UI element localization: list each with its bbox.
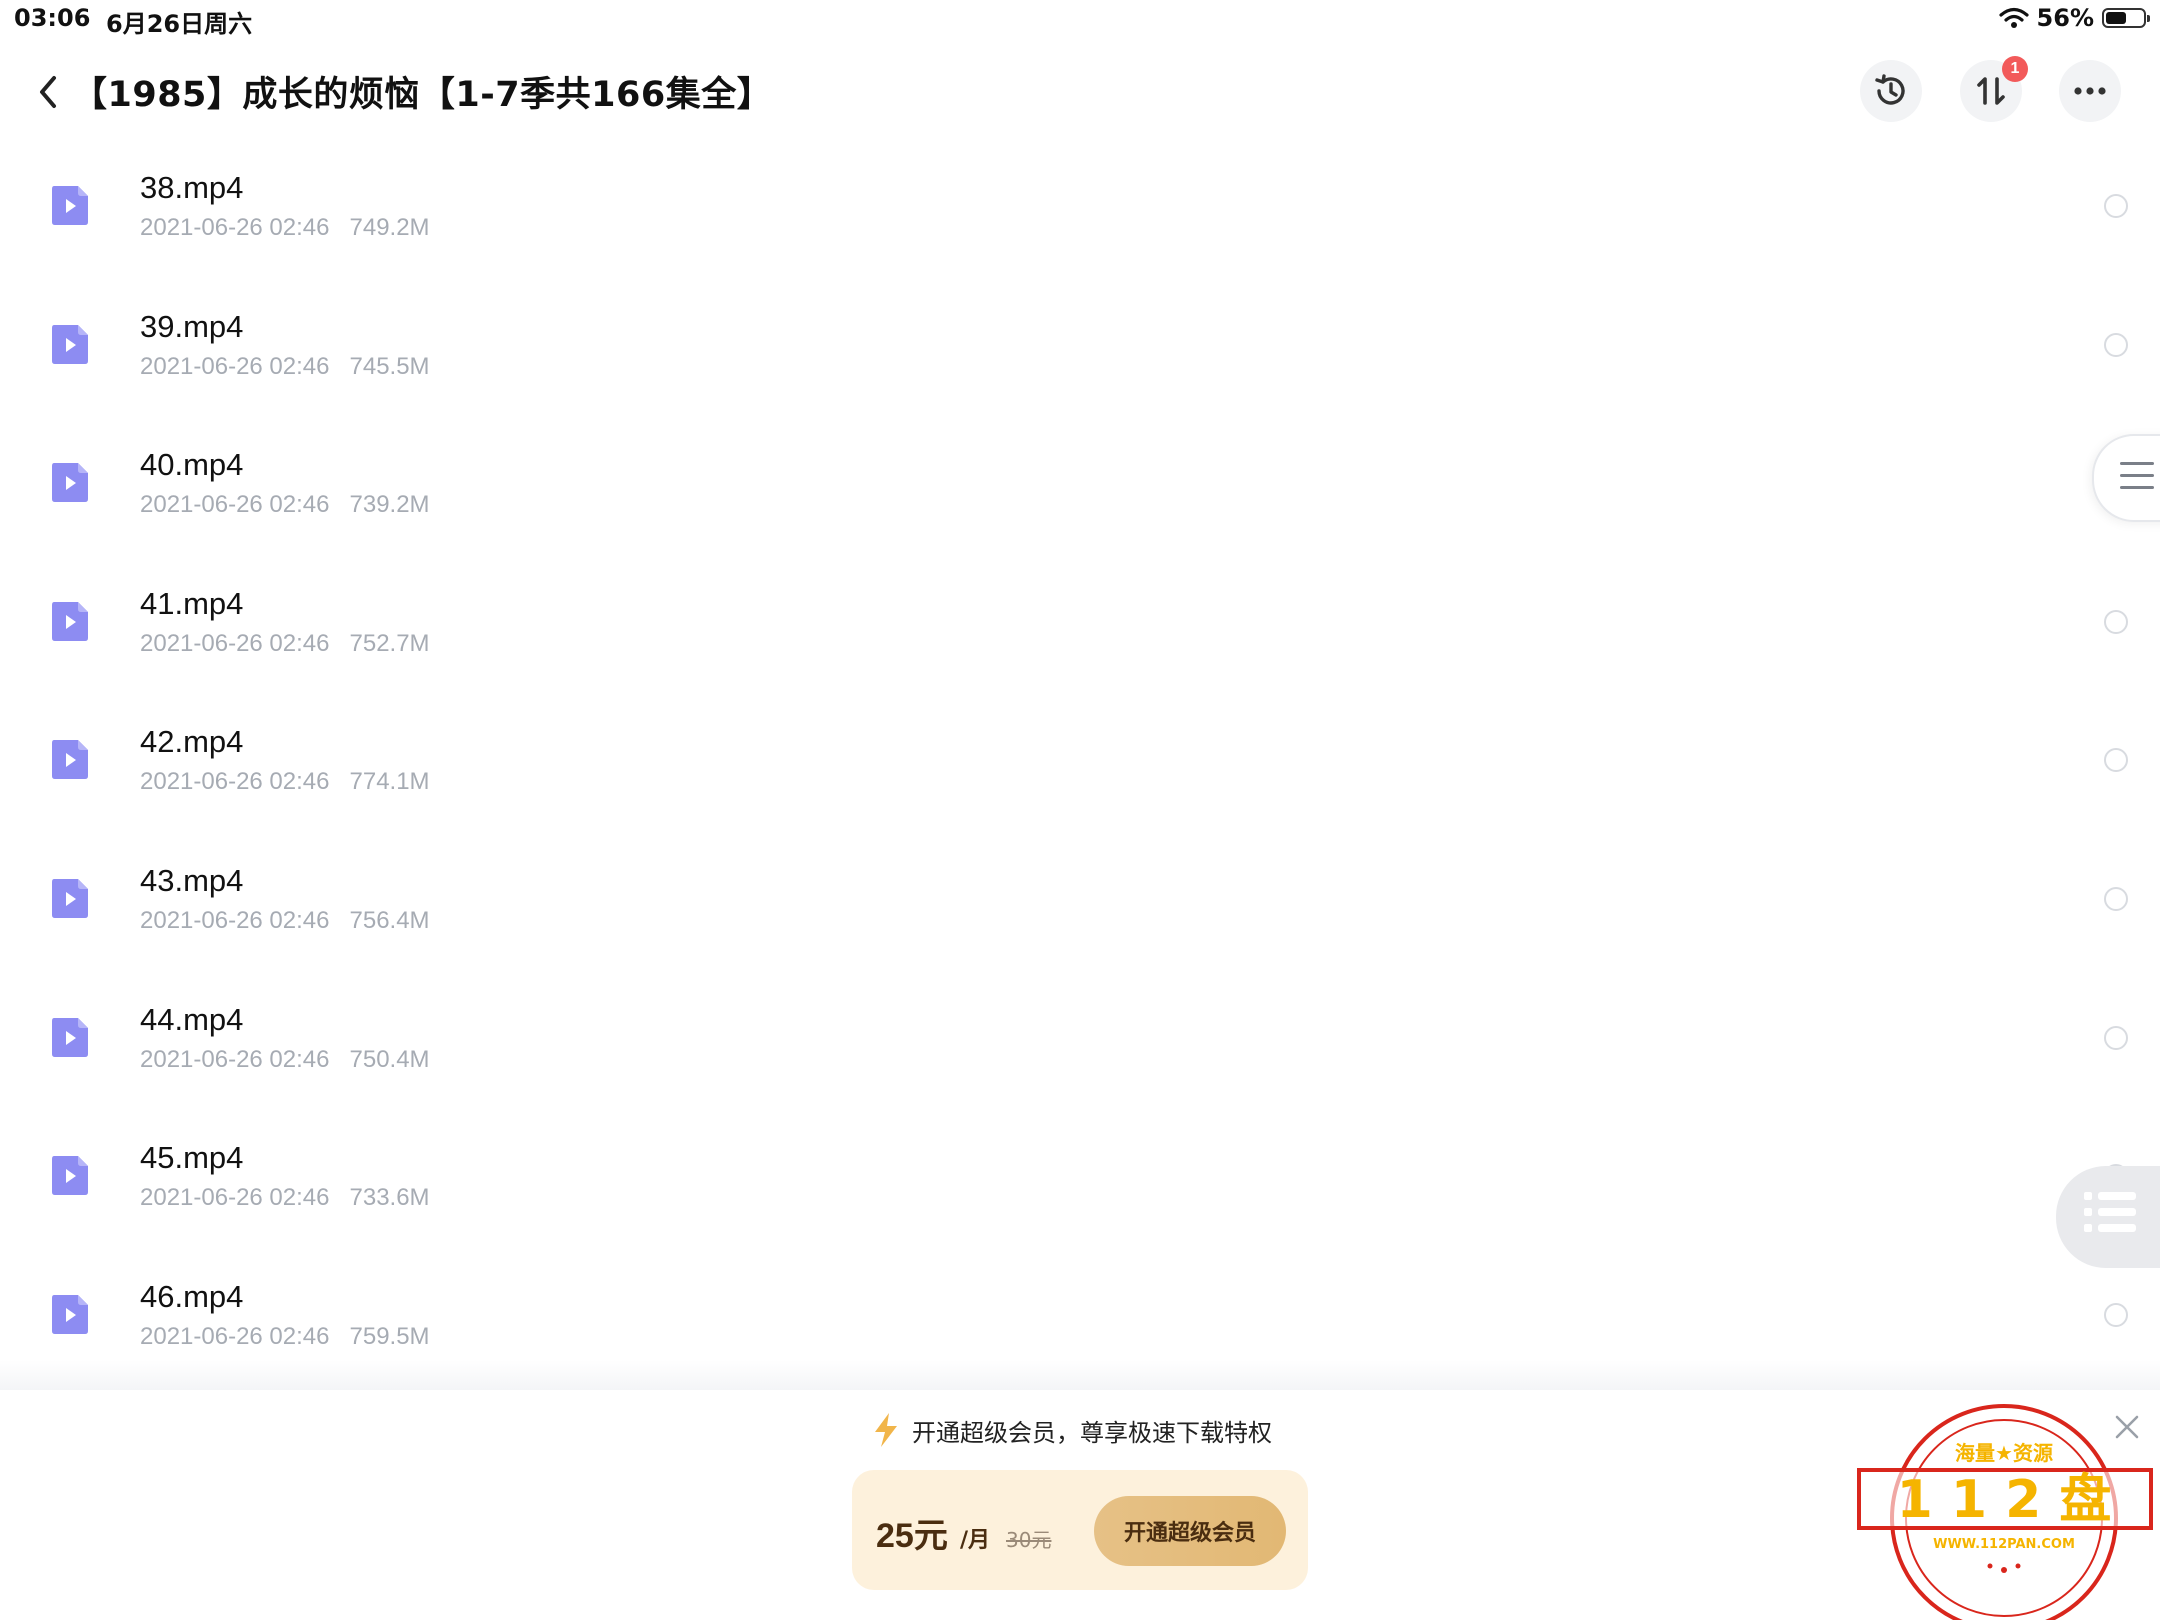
file-date: 2021-06-26 02:46 [140, 629, 330, 657]
promo-tip: 开通超级会员，尊享极速下载特权 [872, 1412, 1272, 1448]
transfer-icon [1977, 77, 2005, 105]
file-date: 2021-06-26 02:46 [140, 491, 330, 519]
promo-period: /月 [960, 1528, 991, 1553]
file-name: 46.mp4 [140, 1278, 244, 1314]
video-file-icon [52, 186, 88, 225]
video-file-icon [52, 1156, 88, 1196]
more-button[interactable] [2059, 60, 2121, 122]
file-date: 2021-06-26 02:46 [140, 214, 330, 241]
select-checkbox[interactable] [2104, 886, 2128, 911]
file-size: 739.2M [349, 491, 430, 519]
file-size: 752.7M [349, 629, 430, 657]
file-meta: 2021-06-26 02:46 749.2M [140, 214, 430, 242]
file-meta: 2021-06-26 02:46 750.4M [140, 1046, 430, 1074]
video-file-icon [52, 601, 88, 641]
transfer-button[interactable]: 1 [1960, 56, 2028, 122]
file-meta: 2021-06-26 02:46 759.5M [140, 1323, 430, 1351]
file-size: 756.4M [349, 906, 430, 934]
status-right: 56% [1998, 4, 2150, 32]
file-meta: 2021-06-26 02:46 739.2M [140, 491, 430, 519]
video-file-icon [52, 324, 88, 364]
transfer-badge: 1 [2002, 56, 2028, 82]
promo-tip-text: 开通超级会员，尊享极速下载特权 [912, 1418, 1272, 1447]
watermark-main-text: 1 1 2 盘 [1897, 1470, 2112, 1530]
watermark-url-text: WWW.112PAN.COM [1933, 1537, 2075, 1552]
video-file-icon [52, 1017, 88, 1057]
seal-stars [1987, 1563, 2021, 1573]
chevron-left-icon [40, 76, 56, 108]
status-date: 6月26日周六 [106, 10, 253, 38]
back-button[interactable] [30, 70, 70, 114]
status-bar: 03:06 6月26日周六 56% [0, 0, 2160, 40]
promo-old-price: 30元 [1006, 1528, 1052, 1552]
file-row[interactable]: 39.mp4 2021-06-26 02:46 745.5M [0, 289, 2160, 428]
promo-card: 25元 /月 30元 开通超级会员 [852, 1470, 1308, 1590]
file-name: 44.mp4 [140, 1001, 244, 1037]
file-name: 38.mp4 [140, 170, 244, 205]
select-checkbox[interactable] [2104, 1025, 2128, 1050]
file-row[interactable]: 43.mp4 2021-06-26 02:46 756.4M [0, 843, 2160, 982]
file-name: 39.mp4 [140, 308, 244, 344]
file-meta: 2021-06-26 02:46 752.7M [140, 630, 430, 658]
file-name: 42.mp4 [140, 724, 244, 760]
file-size: 759.5M [349, 1322, 430, 1350]
video-file-icon [52, 878, 88, 918]
file-meta: 2021-06-26 02:46 745.5M [140, 353, 430, 381]
file-name: 40.mp4 [140, 447, 244, 483]
list-fade [0, 1360, 2160, 1390]
file-row[interactable]: 45.mp4 2021-06-26 02:46 733.6M [0, 1120, 2160, 1259]
lightning-icon [875, 1413, 897, 1447]
file-row[interactable]: 38.mp4 2021-06-26 02:46 749.2M [0, 150, 2160, 289]
more-icon [2074, 87, 2106, 95]
video-file-icon [52, 1294, 88, 1334]
file-meta: 2021-06-26 02:46 774.1M [140, 768, 430, 796]
file-size: 745.5M [349, 352, 430, 380]
file-date: 2021-06-26 02:46 [140, 1322, 330, 1350]
select-checkbox[interactable] [2104, 748, 2128, 773]
file-name: 43.mp4 [140, 862, 244, 898]
wifi-icon [1998, 7, 2029, 28]
file-date: 2021-06-26 02:46 [140, 768, 330, 796]
file-size: 774.1M [349, 768, 430, 796]
select-checkbox[interactable] [2104, 332, 2128, 357]
file-date: 2021-06-26 02:46 [140, 906, 330, 934]
menu-icon [2120, 462, 2154, 498]
file-row[interactable]: 44.mp4 2021-06-26 02:46 750.4M [0, 982, 2160, 1121]
header: 【1985】成长的烦恼【1-7季共166集全】 1 [0, 52, 2160, 132]
battery-icon [2102, 8, 2150, 28]
file-size: 749.2M [349, 214, 430, 241]
file-row[interactable]: 40.mp4 2021-06-26 02:46 739.2M [0, 427, 2160, 566]
video-file-icon [52, 463, 88, 503]
floating-list-button[interactable] [2056, 1166, 2160, 1268]
select-checkbox[interactable] [2104, 194, 2128, 218]
file-size: 733.6M [349, 1184, 430, 1212]
file-date: 2021-06-26 02:46 [140, 1045, 330, 1073]
file-date: 2021-06-26 02:46 [140, 352, 330, 380]
watermark-seal: 海量★资源 1 1 2 盘 WWW.112PAN.COM [1857, 1404, 2153, 1620]
watermark-top-text: 海量★资源 [1955, 1441, 2053, 1465]
file-meta: 2021-06-26 02:46 733.6M [140, 1184, 430, 1212]
open-vip-button[interactable]: 开通超级会员 [1094, 1496, 1286, 1566]
select-checkbox[interactable] [2104, 609, 2128, 634]
file-row[interactable]: 41.mp4 2021-06-26 02:46 752.7M [0, 566, 2160, 705]
battery-percent: 56% [2036, 4, 2094, 32]
list-view-icon [2084, 1192, 2136, 1240]
history-button[interactable] [1860, 60, 1922, 122]
video-file-icon [52, 740, 88, 780]
promo-price: 25元 [876, 1517, 948, 1555]
vip-promo-banner: 开通超级会员，尊享极速下载特权 25元 /月 30元 开通超级会员 [0, 1390, 2160, 1620]
file-size: 750.4M [349, 1045, 430, 1073]
history-icon [1875, 74, 1905, 105]
status-time: 03:06 [14, 4, 91, 32]
file-list: 38.mp4 2021-06-26 02:46 749.2M 39.mp4 2021-0… [0, 150, 2160, 1397]
select-checkbox[interactable] [2104, 1302, 2128, 1327]
file-name: 41.mp4 [140, 585, 244, 621]
file-row[interactable]: 42.mp4 2021-06-26 02:46 774.1M [0, 704, 2160, 843]
file-meta: 2021-06-26 02:46 756.4M [140, 907, 430, 935]
page-title: 【1985】成长的烦恼【1-7季共166集全】 [72, 75, 773, 115]
file-date: 2021-06-26 02:46 [140, 1184, 330, 1212]
file-name: 45.mp4 [140, 1140, 244, 1176]
